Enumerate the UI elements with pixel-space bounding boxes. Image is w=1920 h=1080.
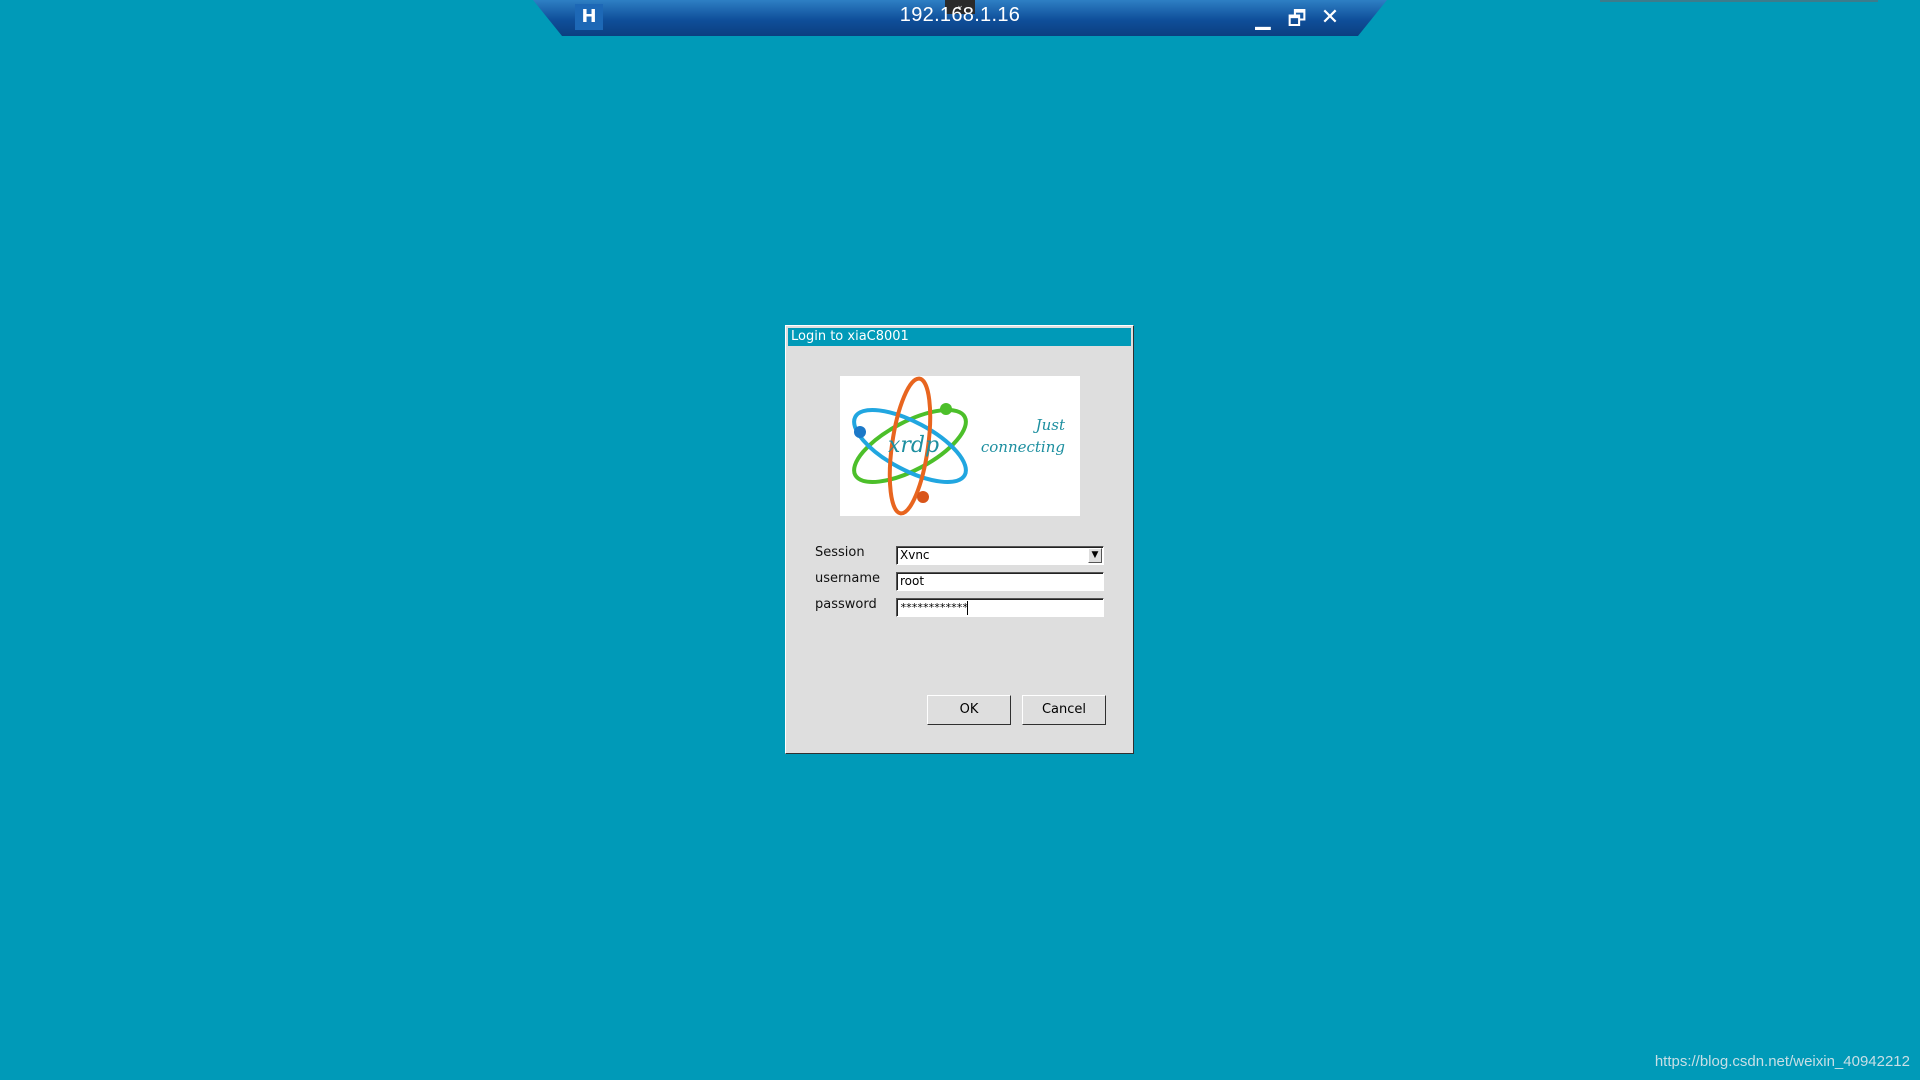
- close-icon[interactable]: ✕: [1317, 5, 1343, 31]
- username-value: root: [900, 574, 925, 588]
- dialog-title: Login to xiaC8001: [788, 328, 1131, 346]
- cancel-button[interactable]: Cancel: [1022, 695, 1106, 725]
- password-value: ************: [900, 601, 968, 614]
- svg-text:xrdp: xrdp: [888, 433, 939, 458]
- password-input[interactable]: ************: [896, 598, 1104, 617]
- session-label: Session: [815, 545, 865, 560]
- text-caret: [967, 600, 969, 615]
- desktop: H ⌄ 192.168.1.16 ▁ 🗗 ✕ Login to xiaC8001…: [0, 0, 1920, 1080]
- watermark-url: https://blog.csdn.net/weixin_40942212: [1654, 1053, 1910, 1070]
- banner-tagline: Just connecting: [980, 416, 1065, 456]
- minimize-icon[interactable]: ▁: [1250, 5, 1276, 31]
- session-select[interactable]: Xvnc ▼: [896, 546, 1104, 565]
- password-label: password: [815, 597, 877, 612]
- xrdp-banner: xrdp Just connecting: [840, 376, 1080, 516]
- ok-button[interactable]: OK: [927, 695, 1011, 725]
- chevron-down-icon[interactable]: ▼: [1088, 548, 1102, 563]
- login-dialog: Login to xiaC8001 xrdp Just connecting S…: [785, 325, 1134, 754]
- username-label: username: [815, 571, 880, 586]
- username-input[interactable]: root: [896, 572, 1104, 591]
- rdp-connection-bar: H ⌄ 192.168.1.16 ▁ 🗗 ✕: [533, 0, 1387, 36]
- session-value: Xvnc: [900, 548, 930, 562]
- corner-strip: [1600, 0, 1878, 2]
- restore-icon[interactable]: 🗗: [1284, 5, 1310, 31]
